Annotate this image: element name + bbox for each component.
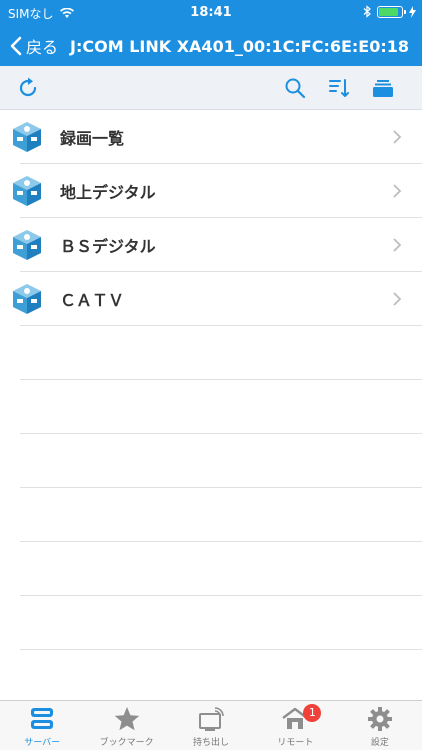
toolbar xyxy=(0,66,422,110)
page-title: J:COM LINK XA401_00:1C:FC:6E:E0:18 xyxy=(70,36,410,56)
list-item-label: 地上デジタル xyxy=(60,183,156,202)
empty-row xyxy=(0,380,422,434)
stack-icon[interactable] xyxy=(372,77,394,99)
chevron-right-icon xyxy=(393,130,402,144)
battery-icon xyxy=(377,5,406,18)
list-item-label: 録画一覧 xyxy=(60,129,125,148)
dlna-cube-icon xyxy=(13,176,41,206)
list-item[interactable]: 地上デジタル xyxy=(0,164,422,218)
empty-row xyxy=(0,488,422,542)
clock: 18:41 xyxy=(190,5,232,20)
dlna-cube-icon xyxy=(13,284,41,314)
tab-label: 設定 xyxy=(370,738,389,748)
tab-label: ブックマーク xyxy=(99,738,154,748)
tab-takeout[interactable]: 持ち出し xyxy=(169,701,253,750)
star-icon xyxy=(114,707,139,731)
back-label: 戻る xyxy=(26,38,59,57)
empty-row xyxy=(0,434,422,488)
empty-row xyxy=(0,326,422,380)
tab-remote[interactable]: 1 リモート xyxy=(253,701,337,750)
server-icon xyxy=(31,708,54,729)
back-button[interactable]: 戻る xyxy=(0,34,58,58)
tab-bookmark[interactable]: ブックマーク xyxy=(84,701,168,750)
chevron-right-icon xyxy=(393,238,402,252)
list-item[interactable]: 録画一覧 xyxy=(0,110,422,164)
gear-icon xyxy=(367,707,392,731)
list-item-label: ＢＳデジタル xyxy=(60,237,156,256)
dlna-cube-icon xyxy=(13,230,41,260)
list-item[interactable]: ＢＳデジタル xyxy=(0,218,422,272)
chevron-left-icon xyxy=(10,36,22,56)
empty-row xyxy=(0,596,422,650)
tab-bar: サーバー ブックマーク 持ち出し 1 リモート 設定 xyxy=(0,700,422,750)
empty-row xyxy=(0,542,422,596)
nav-bar: 戻る J:COM LINK XA401_00:1C:FC:6E:E0:18 xyxy=(0,26,422,66)
tab-label: リモート xyxy=(277,738,314,748)
notification-badge: 1 xyxy=(303,704,322,722)
tab-label: 持ち出し xyxy=(193,738,230,748)
chevron-right-icon xyxy=(393,292,402,306)
search-icon[interactable] xyxy=(284,77,306,99)
server-content-list: 録画一覧 地上デジタル ＢＳデジタル ＣＡＴＶ xyxy=(0,110,422,650)
refresh-icon[interactable] xyxy=(18,77,40,99)
cast-icon xyxy=(199,707,224,731)
bluetooth-icon xyxy=(363,5,371,18)
tab-settings[interactable]: 設定 xyxy=(338,701,422,750)
tab-server[interactable]: サーバー xyxy=(0,701,84,750)
sort-icon[interactable] xyxy=(328,77,350,99)
charging-icon xyxy=(409,5,416,18)
list-item-label: ＣＡＴＶ xyxy=(60,291,125,310)
status-bar: SIMなし 18:41 xyxy=(0,0,422,26)
tab-label: サーバー xyxy=(24,738,61,748)
dlna-cube-icon xyxy=(13,122,41,152)
list-item[interactable]: ＣＡＴＶ xyxy=(0,272,422,326)
chevron-right-icon xyxy=(393,184,402,198)
